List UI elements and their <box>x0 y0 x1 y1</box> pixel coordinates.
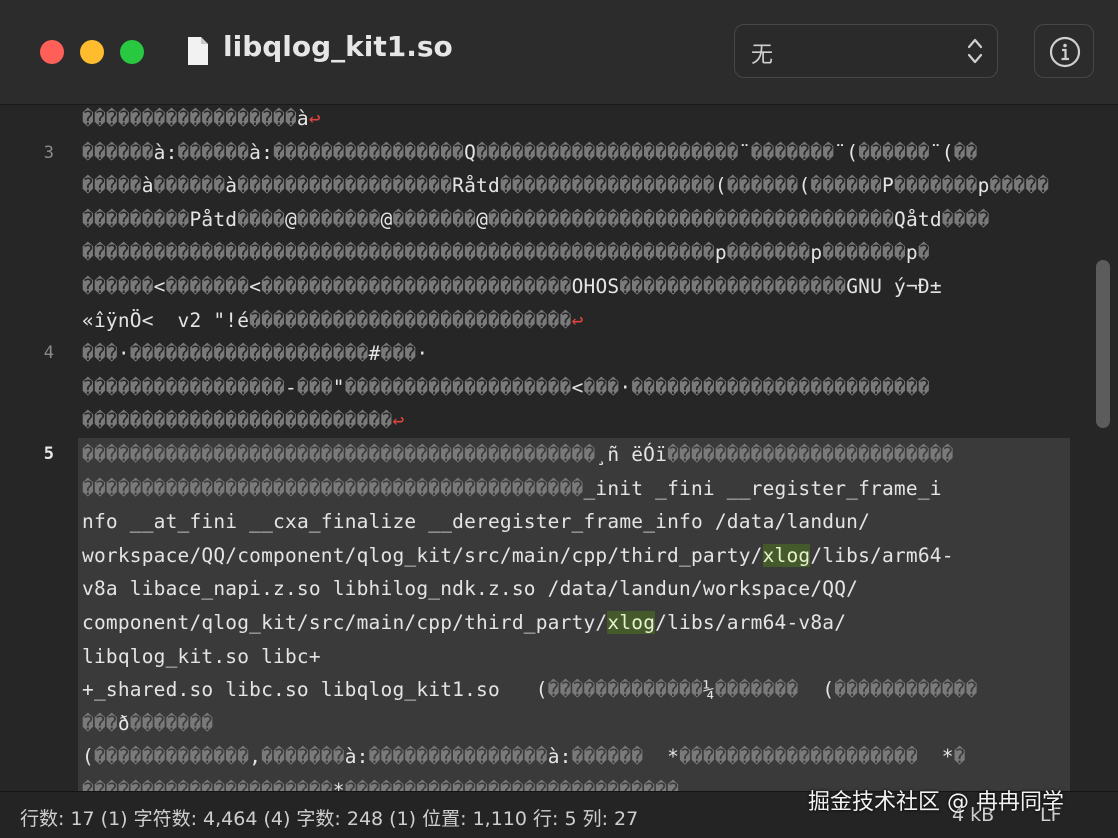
text-line: (�������������,�������à:���������������à… <box>82 745 966 769</box>
close-button[interactable] <box>40 40 64 64</box>
info-button[interactable] <box>1034 24 1094 78</box>
encoding-value: 无 <box>751 43 774 68</box>
text-line: nfo __at_fini __cxa_finalize __deregiste… <box>82 510 871 534</box>
document-statistics: 行数: 17 (1) 字符数: 4,464 (4) 字数: 248 (1) 位置… <box>20 808 639 830</box>
text-line: ��������������������������↩ <box>82 409 405 433</box>
text-line: ������à:������à:����������������Q�������… <box>82 140 978 164</box>
text-line: ����������������������������������������… <box>82 476 942 500</box>
text-line: ������<�������<�������������������������… <box>82 275 942 298</box>
text-line: �����à������à������������������Råtd�����… <box>82 174 1050 198</box>
text-line: �����������������-���"������������������… <box>82 375 930 399</box>
text-line: ���·��������������������#���· <box>82 342 429 366</box>
watermark: 掘金技术社区 @ 冉冉同学 <box>808 790 1064 815</box>
vertical-scrollbar[interactable] <box>1096 260 1110 428</box>
zoom-button[interactable] <box>120 40 144 64</box>
encoding-select[interactable]: 无 <box>734 24 998 78</box>
line-number-gutter: 3 4 5 <box>0 105 70 791</box>
window-title: libqlog_kit1.so <box>223 30 453 63</box>
text-line: +_shared.so libc.so libqlog_kit1.so (���… <box>82 678 978 702</box>
text-line: ������������������à↩ <box>82 107 321 130</box>
chevron-up-down-icon <box>967 37 983 65</box>
text-line: libqlog_kit.so libc+ <box>82 644 321 668</box>
text-line: workspace/QQ/component/qlog_kit/src/main… <box>82 543 954 567</box>
text-line: «îÿnÖ< v2 "!é���������������������������… <box>82 308 584 332</box>
text-line: ���������Påtd����@�������@�������@������… <box>82 207 990 231</box>
line-number-current: 5 <box>43 444 54 464</box>
text-line: ���ð������� <box>82 711 214 735</box>
text-line: ����������������������������������������… <box>82 241 930 265</box>
line-number: 4 <box>43 343 54 363</box>
text-line: v8a libace_napi.z.so libhilog_ndk.z.so /… <box>82 577 859 601</box>
title-bar: libqlog_kit1.so 无 <box>0 0 1118 105</box>
text-editor-window: libqlog_kit1.so 无 3 4 5 ����������������… <box>0 0 1118 838</box>
editor-area[interactable]: 3 4 5 ������������������à↩ ������à:������… <box>0 105 1118 791</box>
line-number: 3 <box>43 143 54 163</box>
minimize-button[interactable] <box>80 40 104 64</box>
text-line: ����������������������������������������… <box>82 443 954 466</box>
info-icon <box>1049 36 1081 68</box>
text-line: component/qlog_kit/src/main/cpp/third_pa… <box>82 611 847 634</box>
document-icon <box>186 36 210 66</box>
